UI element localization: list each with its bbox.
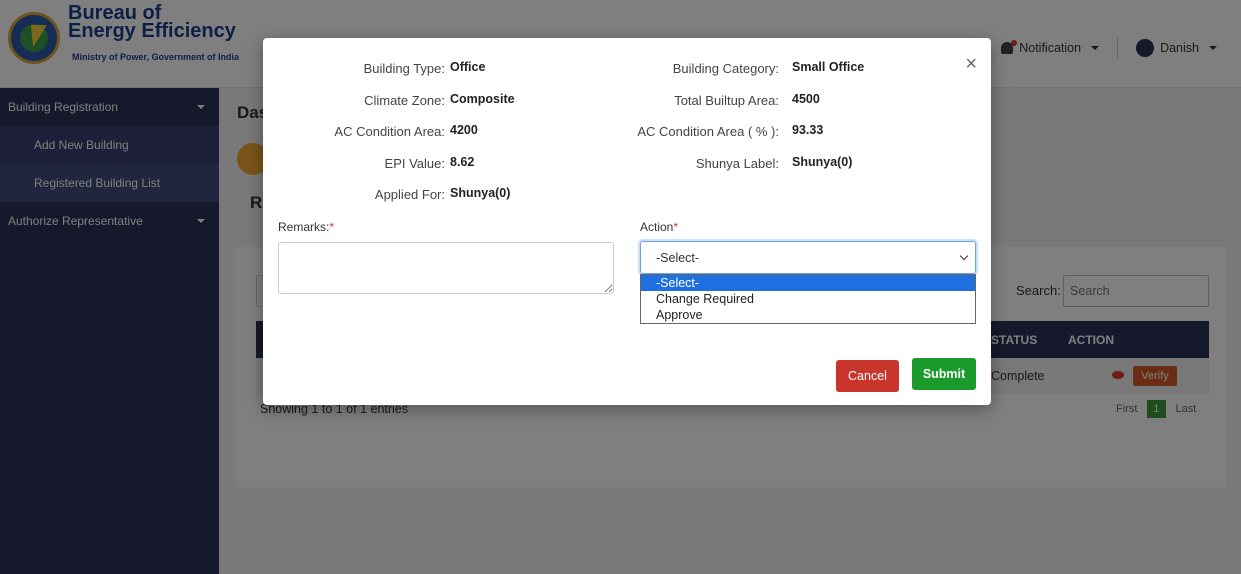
ac-condition-area-value: 4200	[450, 123, 478, 137]
remarks-label-text: Remarks:	[278, 220, 330, 234]
applied-for-value: Shunya(0)	[450, 186, 511, 200]
epi-value-label: EPI Value:	[384, 156, 445, 171]
building-category-value: Small Office	[792, 60, 865, 74]
shunya-label-label: Shunya Label:	[695, 156, 779, 171]
building-category-label: Building Category:	[672, 61, 779, 76]
required-marker: *	[329, 220, 335, 234]
close-icon[interactable]: ×	[965, 54, 977, 74]
ac-condition-area-pct-label: AC Condition Area ( % ):	[637, 124, 779, 139]
remarks-field-label: Remarks:*	[278, 220, 334, 234]
action-option-change-required[interactable]: Change Required	[641, 291, 975, 307]
building-type-value: Office	[450, 60, 486, 74]
submit-button[interactable]: Submit	[912, 358, 976, 390]
verify-building-modal: × Building Type: Office Building Categor…	[263, 38, 991, 405]
action-option-approve[interactable]: Approve	[641, 307, 975, 323]
action-dropdown-list: -Select- Change Required Approve	[640, 274, 976, 324]
action-select-value: -Select-	[656, 250, 700, 265]
total-builtup-area-value: 4500	[792, 92, 820, 106]
action-field-label: Action*	[640, 220, 678, 234]
total-builtup-area-label: Total Builtup Area:	[674, 93, 779, 108]
shunya-label-value: Shunya(0)	[792, 155, 853, 169]
ac-condition-area-pct-value: 93.33	[792, 123, 824, 137]
applied-for-label: Applied For:	[374, 187, 445, 202]
required-marker: *	[673, 220, 679, 234]
epi-value: 8.62	[450, 155, 475, 169]
ac-condition-area-label: AC Condition Area:	[334, 124, 445, 139]
remarks-textarea[interactable]	[278, 242, 614, 294]
cancel-button[interactable]: Cancel	[836, 360, 899, 392]
climate-zone-label: Climate Zone:	[364, 93, 445, 108]
chevron-down-icon	[959, 251, 969, 260]
action-label-text: Action	[640, 220, 674, 234]
action-option-select[interactable]: -Select-	[641, 275, 975, 291]
building-type-label: Building Type:	[363, 61, 445, 76]
climate-zone-value: Composite	[450, 92, 515, 106]
action-select[interactable]: -Select-	[640, 241, 976, 274]
